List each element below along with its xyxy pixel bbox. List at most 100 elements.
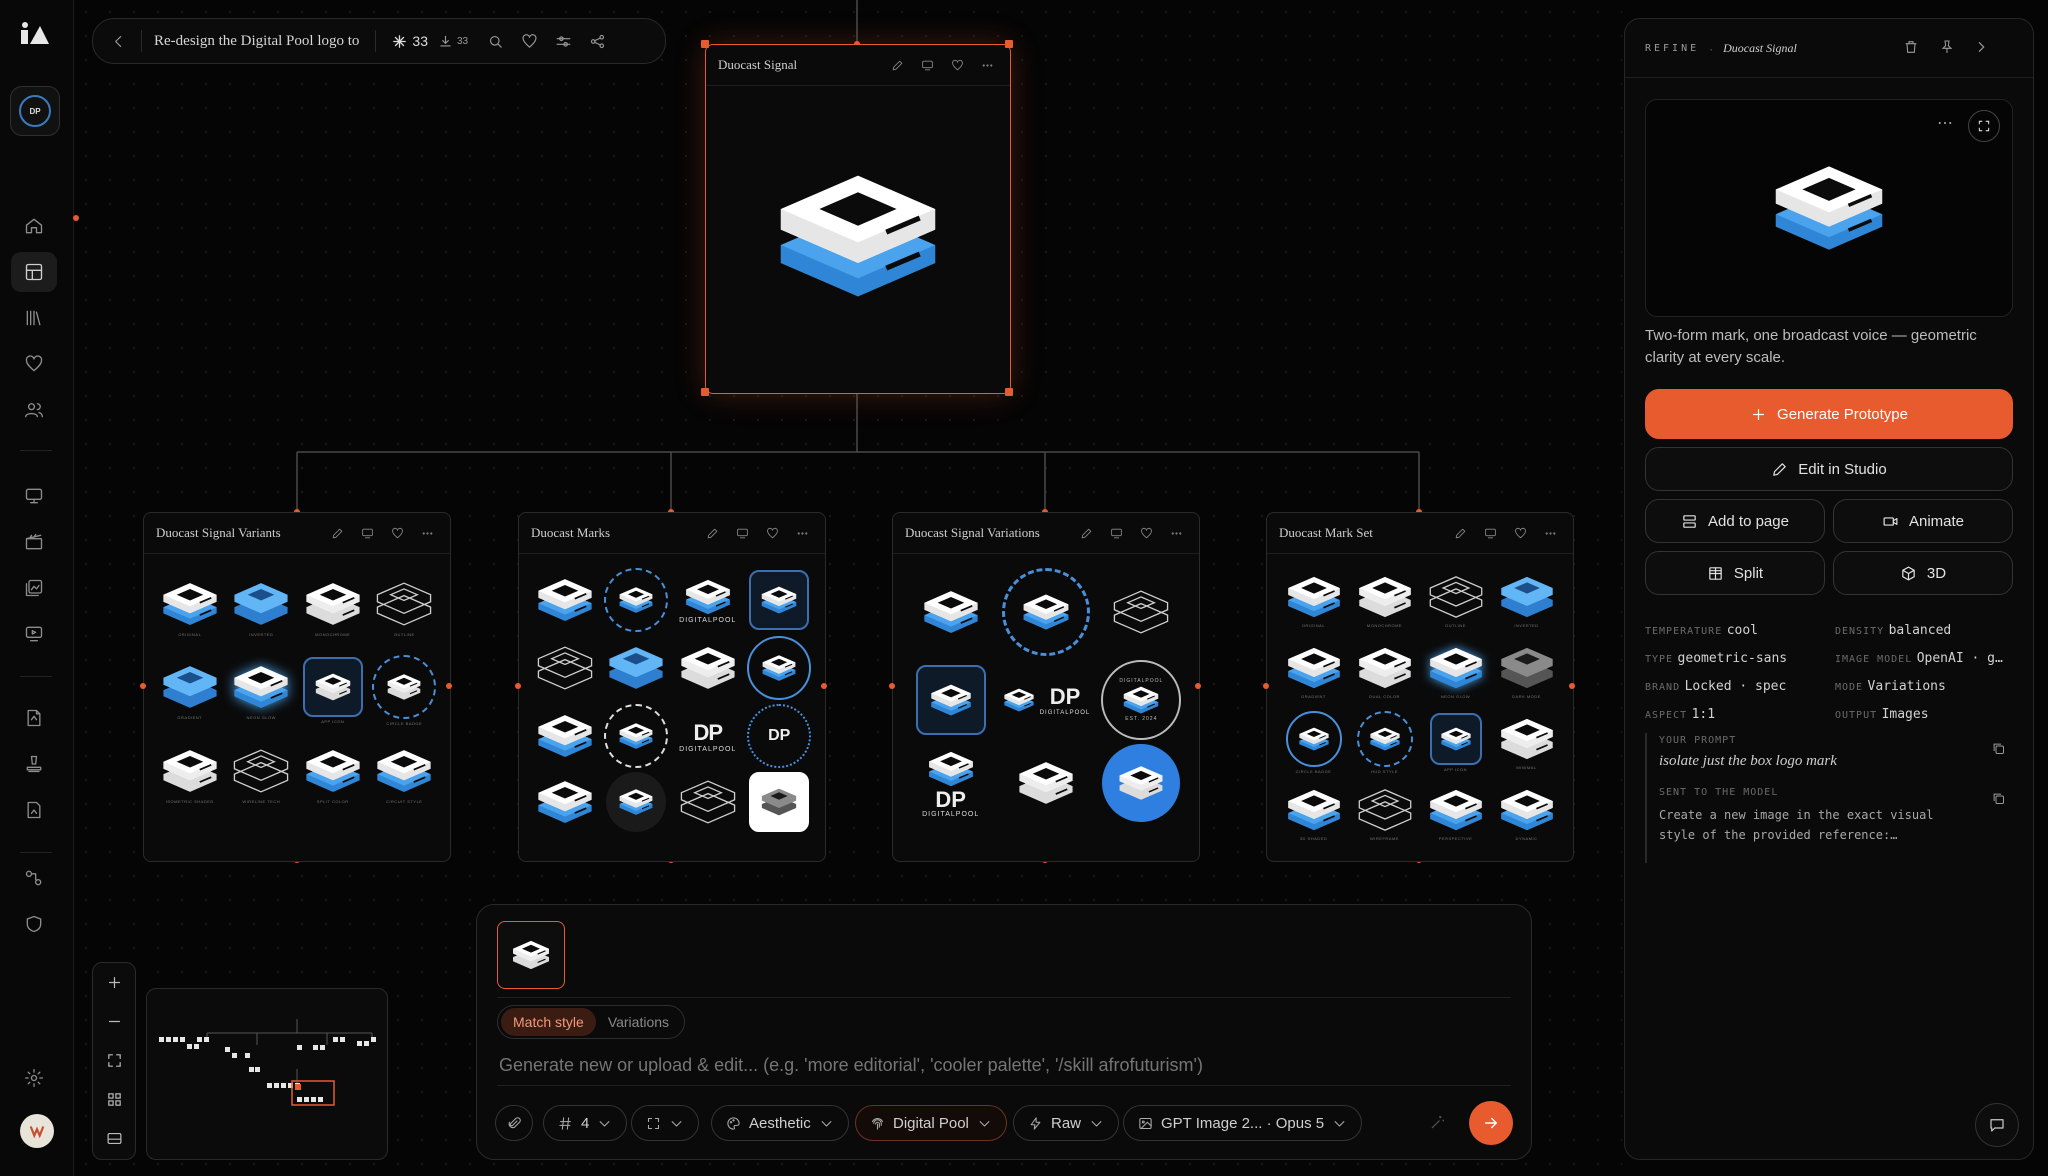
variant-tile[interactable]: APP ICON [299, 651, 367, 730]
add-to-page-button[interactable]: Add to page [1645, 499, 1825, 543]
aspect-dropdown[interactable] [631, 1105, 699, 1141]
minimap[interactable] [146, 988, 388, 1160]
more-icon[interactable] [1165, 522, 1187, 544]
pencil-icon[interactable] [1075, 522, 1097, 544]
sliders-icon[interactable] [546, 19, 580, 63]
variant-tile[interactable]: GRADIENT [156, 651, 224, 730]
share-icon[interactable] [580, 19, 614, 63]
chevron-right-icon[interactable] [1973, 39, 1993, 59]
pencil-icon[interactable] [1449, 522, 1471, 544]
variant-tile[interactable] [905, 568, 996, 656]
copy-icon[interactable] [1991, 741, 2009, 759]
generate-prototype-button[interactable]: Generate Prototype [1645, 389, 2013, 439]
comment-icon[interactable] [731, 522, 753, 544]
chat-button[interactable] [1975, 1103, 2019, 1147]
variant-tile[interactable] [531, 568, 599, 632]
variant-tile[interactable] [1000, 568, 1091, 656]
variant-tile[interactable] [746, 636, 814, 700]
variant-tile[interactable]: INVERTED [1492, 566, 1561, 635]
count-dropdown[interactable]: 4 [543, 1105, 628, 1141]
variant-tile[interactable]: ISOMETRIC SHADED [156, 735, 224, 814]
brand-dropdown[interactable]: Digital Pool [855, 1105, 1007, 1141]
more-icon[interactable] [1539, 522, 1561, 544]
settings-gear-icon[interactable] [11, 1058, 57, 1098]
edit-in-studio-button[interactable]: Edit in Studio [1645, 447, 2013, 491]
variant-tile[interactable]: DIGITALPOOL [674, 568, 742, 632]
root-logo-preview[interactable] [706, 86, 1010, 386]
variant-tile[interactable] [674, 772, 742, 832]
node-port[interactable] [1195, 683, 1201, 689]
variant-tile[interactable]: SPLIT COLOR [299, 735, 367, 814]
resize-handle[interactable] [1005, 388, 1013, 396]
variant-tile[interactable] [603, 636, 671, 700]
copy-icon[interactable] [1991, 791, 2009, 809]
three-d-button[interactable]: 3D [1833, 551, 2013, 595]
split-button[interactable]: Split [1645, 551, 1825, 595]
zoom-in-icon[interactable] [93, 963, 135, 1002]
animate-button[interactable]: Animate [1833, 499, 2013, 543]
variant-tile[interactable] [674, 636, 742, 700]
more-icon[interactable] [1936, 114, 1958, 136]
pencil-icon[interactable] [701, 522, 723, 544]
variant-tile[interactable]: DP DIGITALPOOL [674, 704, 742, 768]
variant-tile[interactable]: APP ICON [1421, 708, 1490, 777]
more-icon[interactable] [416, 522, 438, 544]
heart-icon[interactable] [761, 522, 783, 544]
fit-view-icon[interactable] [93, 1041, 135, 1080]
resize-handle[interactable] [701, 388, 709, 396]
node-port[interactable] [889, 683, 895, 689]
trash-icon[interactable] [1903, 39, 1923, 59]
node-port[interactable] [140, 683, 146, 689]
variant-tile[interactable]: PERSPECTIVE [1421, 779, 1490, 848]
variant-tile[interactable]: OUTLINE [371, 568, 439, 647]
pin-icon[interactable] [1939, 39, 1959, 59]
child-node-signal-variations[interactable]: Duocast Signal Variations DP DIGITALPOOL … [892, 512, 1200, 862]
variant-tile[interactable]: DP DIGITALPOOL [1000, 660, 1091, 740]
variant-tile[interactable]: DYNAMIC [1492, 779, 1561, 848]
thread-title[interactable]: Re-design the Digital Pool logo to [154, 33, 359, 50]
variant-tile[interactable]: 3D SHADED [1279, 779, 1348, 848]
variant-tile[interactable]: CIRCLE BADGE [1279, 708, 1348, 777]
variant-tile[interactable] [531, 704, 599, 768]
tab-variations[interactable]: Variations [596, 1008, 681, 1036]
variant-tile[interactable]: MONOCHROME [1350, 566, 1419, 635]
model-dropdown[interactable]: GPT Image 2... · Opus 5 [1123, 1105, 1363, 1141]
prompt-input[interactable] [497, 1047, 1511, 1083]
node-port[interactable] [515, 683, 521, 689]
magic-wand-icon[interactable] [1429, 1113, 1449, 1133]
variant-tile[interactable] [531, 636, 599, 700]
node-port[interactable] [446, 683, 452, 689]
variant-tile[interactable]: DP DIGITALPOOL [905, 744, 996, 822]
user-avatar[interactable] [20, 1114, 54, 1148]
variant-tile[interactable]: HUD STYLE [1350, 708, 1419, 777]
fullscreen-icon[interactable] [1968, 110, 2000, 142]
variant-tile[interactable] [746, 568, 814, 632]
comment-icon[interactable] [1105, 522, 1127, 544]
child-node-mark-set[interactable]: Duocast Mark Set ORIGINAL MONOCHROME OUT… [1266, 512, 1574, 862]
more-icon[interactable] [976, 54, 998, 76]
root-node[interactable]: Duocast Signal [705, 44, 1011, 394]
attach-button[interactable] [495, 1105, 533, 1141]
variant-tile[interactable]: DP [746, 704, 814, 768]
variant-tile[interactable] [1096, 744, 1187, 822]
resize-handle[interactable] [701, 40, 709, 48]
resize-handle[interactable] [1005, 40, 1013, 48]
variant-tile[interactable]: CIRCUIT STYLE [371, 735, 439, 814]
variant-tile[interactable]: WIRELINE TECH [228, 735, 296, 814]
heart-icon[interactable] [512, 19, 546, 63]
search-icon[interactable] [478, 19, 512, 63]
back-chevron-icon[interactable] [101, 19, 135, 63]
variant-tile[interactable]: ORIGINAL [156, 568, 224, 647]
send-button[interactable] [1469, 1101, 1513, 1145]
aesthetic-dropdown[interactable]: Aesthetic [711, 1105, 849, 1141]
variant-tile[interactable]: OUTLINE [1421, 566, 1490, 635]
variant-tile[interactable] [603, 772, 671, 832]
variant-tile[interactable]: ORIGINAL [1279, 566, 1348, 635]
variant-tile[interactable] [1096, 568, 1187, 656]
variant-tile[interactable]: DUAL COLOR [1350, 637, 1419, 706]
variant-tile[interactable]: WIREFRAME [1350, 779, 1419, 848]
heart-icon[interactable] [1135, 522, 1157, 544]
downloads-count[interactable]: 33 [438, 34, 468, 49]
minimap-toggle-icon[interactable] [93, 1119, 135, 1158]
variant-tile[interactable] [746, 772, 814, 832]
